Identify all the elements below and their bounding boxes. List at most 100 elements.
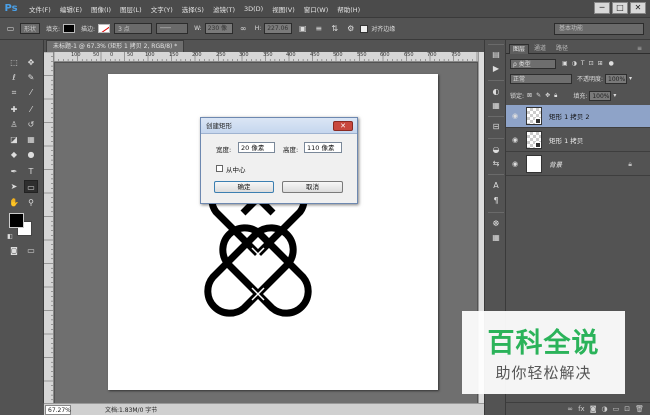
quick-mask-icon[interactable]: ◙ — [7, 244, 21, 257]
group-icon[interactable]: ▭ — [613, 405, 620, 413]
gradient-tool-icon[interactable]: ▦ — [24, 133, 38, 146]
brush-tool-icon[interactable]: ⁄ — [24, 103, 38, 116]
lock-pixels-icon[interactable]: ✎ — [536, 92, 541, 99]
color-panel-icon[interactable]: ◐ — [490, 86, 502, 97]
actions-panel-icon[interactable]: ▶ — [490, 63, 502, 74]
ok-button[interactable]: 确定 — [214, 181, 274, 193]
zoom-tool-icon[interactable]: ⚲ — [24, 196, 38, 209]
move-tool-icon[interactable]: ✥ — [24, 56, 38, 69]
horizontal-ruler[interactable]: 100 50 0 50 100 150 200 250 300 350 400 … — [54, 52, 478, 62]
tab-channels[interactable]: 通道 — [531, 44, 549, 54]
fill-dropdown-icon[interactable]: ▾ — [613, 92, 616, 99]
dock-grip[interactable] — [488, 80, 504, 82]
document-info[interactable]: 文档:1.83M/0 字节 — [105, 405, 157, 414]
layer-name[interactable]: 背景 — [549, 159, 562, 169]
height-field[interactable]: 110 像素 — [304, 142, 342, 153]
blur-tool-icon[interactable]: ◆ — [7, 148, 21, 161]
layer-row[interactable]: ◉ 矩形 1 拷贝 2 — [506, 105, 650, 128]
maximize-button[interactable]: □ — [612, 2, 628, 14]
layer-row[interactable]: ◉ 背景 🔒︎ — [506, 153, 650, 176]
quick-select-tool-icon[interactable]: ✎ — [24, 71, 38, 84]
path-select-tool-icon[interactable]: ➤ — [7, 180, 21, 193]
crop-tool-icon[interactable]: ⌗ — [7, 86, 21, 99]
swatches-panel-icon[interactable]: ▦ — [490, 100, 502, 111]
document-tab[interactable]: 未标题-1 @ 67.3% (矩形 1 拷贝 2, RGB/8) * — [46, 40, 185, 52]
marquee-tool-icon[interactable]: ⬚ — [7, 56, 21, 69]
trash-icon[interactable]: 🗑︎ — [635, 405, 644, 413]
rectangle-tool-icon[interactable]: ▭ — [24, 180, 38, 193]
properties-panel-icon[interactable]: ⊟ — [490, 121, 502, 132]
cancel-button[interactable]: 取消 — [282, 181, 343, 193]
opacity-input[interactable]: 100% — [605, 73, 628, 84]
type-tool-icon[interactable]: T — [24, 165, 38, 178]
menu-view[interactable]: 视图(V) — [272, 4, 295, 14]
adjustment-icon[interactable]: ◑ — [602, 405, 608, 413]
eraser-tool-icon[interactable]: ◪ — [7, 133, 21, 146]
menu-layer[interactable]: 图层(L) — [120, 4, 142, 14]
shape-mode-select[interactable]: 形状 — [20, 23, 41, 34]
lock-position-icon[interactable]: ✥ — [545, 92, 550, 99]
menu-type[interactable]: 文字(Y) — [151, 4, 173, 14]
fill-input[interactable]: 100% — [589, 90, 612, 101]
clone-stamp-tool-icon[interactable]: ♙ — [7, 118, 21, 131]
screen-mode-icon[interactable]: ▭ — [24, 244, 38, 257]
menu-file[interactable]: 文件(F) — [29, 4, 51, 14]
hand-tool-icon[interactable]: ✋ — [7, 196, 21, 209]
filter-pixel-icon[interactable]: ▣ — [562, 60, 568, 67]
panel-menu-icon[interactable]: ≡ — [634, 44, 645, 54]
dodge-tool-icon[interactable]: ● — [24, 148, 38, 161]
eyedropper-tool-icon[interactable]: ⁄ — [24, 86, 38, 99]
from-center-checkbox[interactable] — [216, 165, 223, 172]
menu-help[interactable]: 帮助(H) — [337, 4, 360, 14]
opacity-dropdown-icon[interactable]: ▾ — [629, 75, 632, 82]
fx-icon[interactable]: fx — [578, 405, 585, 413]
menu-select[interactable]: 选择(S) — [182, 4, 204, 14]
dock-grip[interactable] — [488, 212, 504, 214]
eye-icon[interactable]: ◉ — [510, 112, 520, 120]
eye-icon[interactable]: ◉ — [510, 136, 520, 144]
adjustments-panel-icon[interactable]: ◒ — [490, 144, 502, 155]
filter-type-icon[interactable]: T — [581, 60, 585, 67]
new-layer-icon[interactable]: ⊡ — [624, 405, 630, 413]
height-input[interactable]: 227.06 — [264, 23, 293, 34]
width-input[interactable]: 230 像 — [204, 23, 233, 34]
stroke-swatch[interactable] — [98, 24, 111, 33]
stroke-width-input[interactable]: 3 点 — [114, 23, 153, 34]
dock-grip[interactable] — [488, 174, 504, 176]
stroke-type-select[interactable]: ─── — [156, 23, 189, 34]
dock-grip[interactable] — [488, 116, 504, 118]
filter-smart-icon[interactable]: ⊞ — [598, 60, 603, 67]
mask-icon[interactable]: ◙ — [590, 405, 597, 413]
zoom-level-field[interactable]: 67.27% — [45, 404, 71, 415]
default-colors-icon[interactable]: ◧ — [3, 230, 17, 243]
layer-name[interactable]: 矩形 1 拷贝 — [549, 135, 583, 145]
dock-grip[interactable] — [488, 44, 504, 46]
menu-image[interactable]: 图像(I) — [91, 4, 111, 14]
filter-shape-icon[interactable]: ⊡ — [589, 60, 594, 67]
history-brush-tool-icon[interactable]: ↺ — [24, 118, 38, 131]
filter-adjustment-icon[interactable]: ◑ — [572, 60, 577, 67]
menu-filter[interactable]: 滤镜(T) — [213, 4, 235, 14]
lasso-tool-icon[interactable]: ℓ — [7, 71, 21, 84]
path-alignment-icon[interactable]: ≡ — [313, 23, 324, 34]
menu-3d[interactable]: 3D(D) — [244, 5, 263, 13]
menu-window[interactable]: 窗口(W) — [304, 4, 329, 14]
tab-paths[interactable]: 路径 — [553, 44, 571, 54]
vertical-ruler[interactable] — [44, 52, 54, 403]
menu-edit[interactable]: 编辑(E) — [60, 4, 82, 14]
path-operations-icon[interactable]: ▣ — [297, 23, 308, 34]
fill-swatch[interactable] — [63, 24, 76, 33]
blend-mode-select[interactable]: 正常 — [510, 73, 572, 84]
dock-grip[interactable] — [488, 138, 504, 140]
link-icon[interactable]: ∞ — [567, 405, 573, 413]
link-dimensions-icon[interactable]: ∞ — [238, 23, 249, 34]
pen-tool-icon[interactable]: ✒ — [7, 165, 21, 178]
layer-row[interactable]: ◉ 矩形 1 拷贝 — [506, 129, 650, 152]
path-arrangement-icon[interactable]: ⇅ — [329, 23, 340, 34]
kind-filter-select[interactable]: ρ 类型 — [510, 58, 556, 69]
styles-panel-icon[interactable]: ⇆ — [490, 158, 502, 169]
width-field[interactable]: 20 像素 — [238, 142, 275, 153]
eye-icon[interactable]: ◉ — [510, 160, 520, 168]
paragraph-panel-icon[interactable]: ¶ — [490, 195, 502, 206]
lock-all-icon[interactable]: 🔒︎ — [554, 92, 557, 100]
